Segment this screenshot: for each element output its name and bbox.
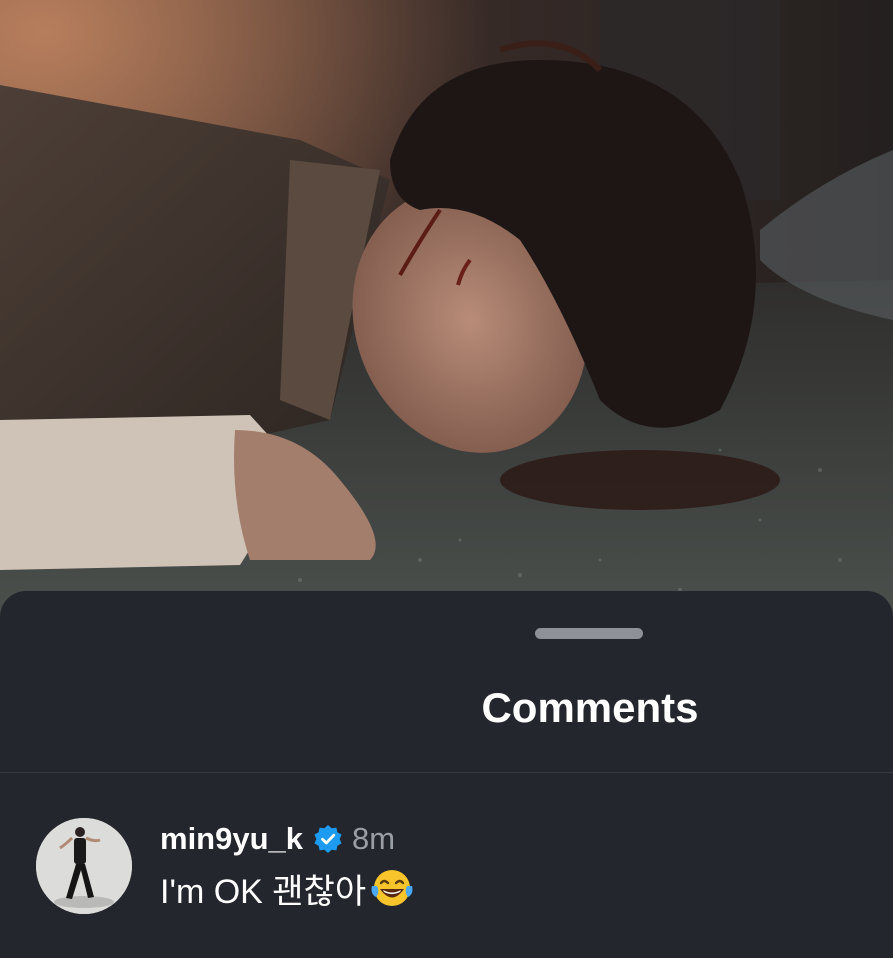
username[interactable]: min9yu_k — [160, 821, 303, 857]
comment-timestamp: 8m — [352, 821, 396, 856]
avatar[interactable] — [36, 818, 132, 914]
comment-header: min9yu_k 8m — [160, 817, 395, 861]
photo-illustration — [0, 0, 893, 640]
face-with-tears-of-joy-icon — [371, 870, 413, 906]
comment-text-row: I'm OK 괜찮아 — [160, 865, 416, 911]
verified-badge-icon — [314, 825, 342, 853]
post-photo[interactable] — [0, 0, 893, 640]
comments-sheet: Comments min9yu_k 8m I'm OK 괜찮아 — [0, 591, 893, 958]
comment-text: I'm OK 괜찮아 — [160, 872, 367, 911]
sheet-drag-handle[interactable] — [535, 628, 643, 639]
sheet-title: Comments — [481, 684, 699, 731]
comment-item[interactable]: min9yu_k 8m I'm OK 괜찮아 — [0, 773, 893, 958]
avatar-figure-image — [36, 818, 132, 914]
